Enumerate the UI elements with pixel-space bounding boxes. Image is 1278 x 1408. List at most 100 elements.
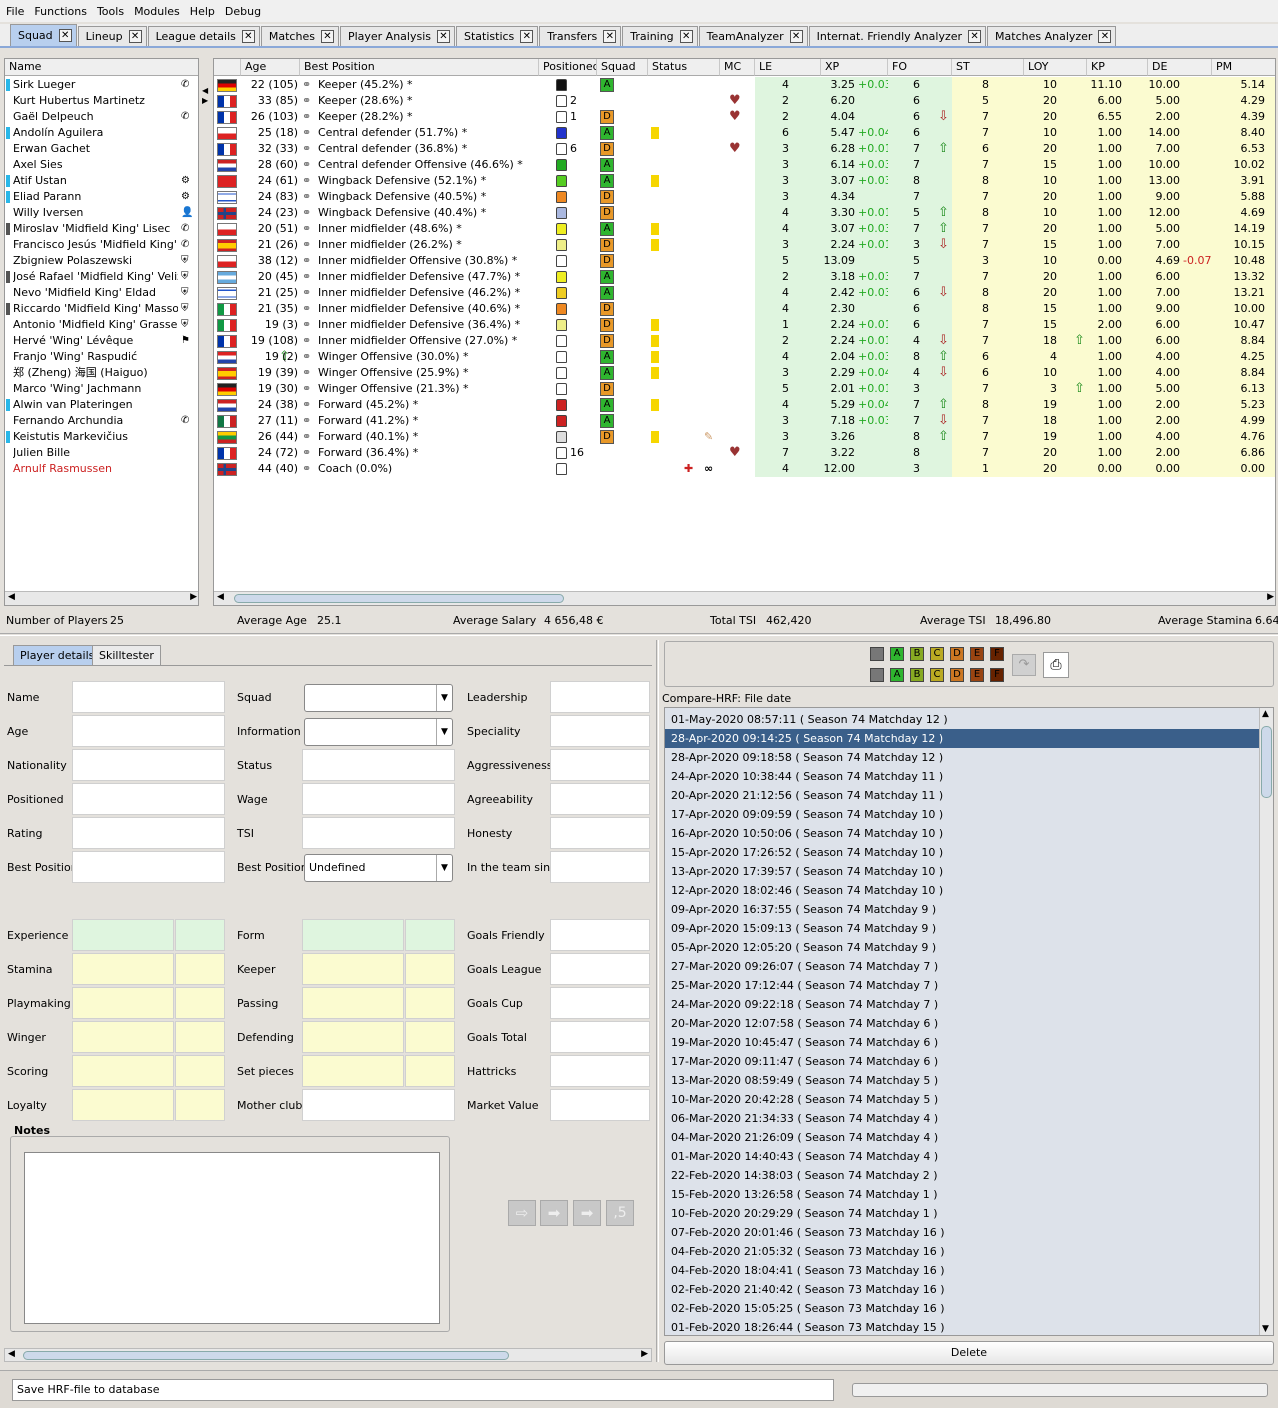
squad-select[interactable]: ▼ bbox=[304, 684, 453, 712]
close-icon[interactable]: ✕ bbox=[241, 30, 255, 43]
filter-group-b[interactable]: B bbox=[910, 647, 924, 661]
hrf-file-item[interactable]: 13-Mar-2020 08:59:49 ( Season 74 Matchda… bbox=[665, 1071, 1259, 1090]
name-list-item[interactable]: 郑 (Zheng) 海国 (Haiguo) bbox=[5, 365, 198, 381]
column-header-mc[interactable]: MC bbox=[720, 59, 755, 76]
name-list-item[interactable]: Nevo 'Midfield King' Eldad ⛨ bbox=[5, 285, 198, 301]
name-list-item[interactable]: Keistutis Markevičius bbox=[5, 429, 198, 445]
arrow-forward-icon[interactable]: ➡ bbox=[573, 1200, 601, 1226]
hrf-file-item[interactable]: 24-Apr-2020 10:38:44 ( Season 74 Matchda… bbox=[665, 767, 1259, 786]
hrf-file-item[interactable]: 06-Mar-2020 21:34:33 ( Season 74 Matchda… bbox=[665, 1109, 1259, 1128]
table-row[interactable]: 21 (35) ⚭ Inner midfielder Defensive (40.6… bbox=[214, 301, 1275, 317]
table-row[interactable]: 24 (61) ⚭ Wingback Defensive (52.1%) * A 3 3.… bbox=[214, 173, 1275, 189]
hrf-file-item[interactable]: 20-Mar-2020 12:07:58 ( Season 74 Matchda… bbox=[665, 1014, 1259, 1033]
delete-button[interactable]: Delete bbox=[664, 1341, 1274, 1365]
hrf-file-item[interactable]: 10-Feb-2020 20:29:29 ( Season 74 Matchda… bbox=[665, 1204, 1259, 1223]
filter-group-c[interactable]: C bbox=[930, 647, 944, 661]
hrf-scroll-thumb[interactable] bbox=[1261, 726, 1272, 798]
menu-file[interactable]: File bbox=[6, 5, 24, 18]
print-icon[interactable]: ⎙ bbox=[1043, 652, 1069, 678]
menu-help[interactable]: Help bbox=[190, 5, 215, 18]
table-row[interactable]: 21 (26) ⚭ Inner midfielder (26.2%) * D 3 2.24… bbox=[214, 237, 1275, 253]
hrf-file-item[interactable]: 01-May-2020 08:57:11 ( Season 74 Matchda… bbox=[665, 710, 1259, 729]
table-row[interactable]: 25 (18) ⚭ Central defender (51.7%) * A 6 5.47… bbox=[214, 125, 1275, 141]
hrf-file-item[interactable]: 07-Feb-2020 20:01:46 ( Season 73 Matchda… bbox=[665, 1223, 1259, 1242]
hrf-file-item[interactable]: 16-Apr-2020 10:50:06 ( Season 74 Matchda… bbox=[665, 824, 1259, 843]
name-list-item[interactable]: Marco 'Wing' Jachmann bbox=[5, 381, 198, 397]
hrf-scroll-up-icon[interactable]: ▲ bbox=[1262, 709, 1269, 719]
filter-group-d[interactable]: D bbox=[950, 647, 964, 661]
table-row[interactable]: 22 (105)⚭Keeper (45.2%) *A43.25+0.036810… bbox=[214, 77, 1275, 93]
tab-player-details[interactable]: Player details bbox=[13, 645, 102, 665]
menu-functions[interactable]: Functions bbox=[34, 5, 87, 18]
filter-group-d[interactable]: D bbox=[950, 668, 964, 682]
table-row[interactable]: 26 (103) ⚭ Keeper (28.2%) * 1 D ♥ 2 4.04 6 ⇩ 7 20 6.… bbox=[214, 109, 1275, 125]
table-row[interactable]: 24 (38)⚭Forward (45.2%) *A45.29+0.047⇧81… bbox=[214, 397, 1275, 413]
details-scroll-left-icon[interactable]: ◀ bbox=[8, 1349, 15, 1359]
close-icon[interactable]: ✕ bbox=[520, 30, 534, 43]
table-row[interactable]: 38 (12) ⚭ Inner midfielder Offensive (30.8… bbox=[214, 253, 1275, 269]
close-icon[interactable]: ✕ bbox=[679, 30, 693, 43]
hrf-file-item[interactable]: 09-Apr-2020 15:09:13 ( Season 74 Matchda… bbox=[665, 919, 1259, 938]
filter-group-c[interactable]: C bbox=[930, 668, 944, 682]
menu-modules[interactable]: Modules bbox=[134, 5, 180, 18]
table-row[interactable]: 20 (51) ⚭ Inner midfielder (48.6%) * A 4 3.07… bbox=[214, 221, 1275, 237]
column-header-loy[interactable]: LOY bbox=[1024, 59, 1087, 76]
hrf-file-item[interactable]: 10-Mar-2020 20:42:28 ( Season 74 Matchda… bbox=[665, 1090, 1259, 1109]
column-header-xp[interactable]: XP bbox=[821, 59, 888, 76]
hrf-list-scrollbar[interactable]: ▲ ▼ bbox=[1259, 708, 1273, 1335]
name-list-item[interactable]: Erwan Gachet bbox=[5, 141, 198, 157]
tab-transfers[interactable]: Transfers ✕ bbox=[539, 26, 622, 46]
name-list-item[interactable]: Atif Ustan ⚙ bbox=[5, 173, 198, 189]
name-list-item[interactable]: Miroslav 'Midfield King' Lisec ✆ bbox=[5, 221, 198, 237]
table-row[interactable]: 19 (39) ⚭ Winger Offensive (25.9%) * A 3 2.29… bbox=[214, 365, 1275, 381]
hrf-file-item[interactable]: 01-Feb-2020 18:26:44 ( Season 73 Matchda… bbox=[665, 1318, 1259, 1335]
hrf-file-item[interactable]: 28-Apr-2020 09:14:25 ( Season 74 Matchda… bbox=[665, 729, 1259, 748]
hrf-file-item[interactable]: 13-Apr-2020 17:39:57 ( Season 74 Matchda… bbox=[665, 862, 1259, 881]
name-list-scrollbar[interactable]: ◀ ▶ bbox=[5, 591, 198, 605]
name-list-item[interactable]: Zbigniew Polaszewski ⛨ bbox=[5, 253, 198, 269]
name-list-item[interactable]: Franjo 'Wing' Raspudić bbox=[5, 349, 198, 365]
close-icon[interactable]: ✕ bbox=[128, 30, 142, 43]
name-list-item[interactable]: Axel Sies bbox=[5, 157, 198, 173]
hrf-file-item[interactable]: 04-Feb-2020 21:05:32 ( Season 73 Matchda… bbox=[665, 1242, 1259, 1261]
filter-group-e[interactable]: E bbox=[970, 647, 984, 661]
table-row[interactable]: 26 (44) ⚭ Forward (40.1%) * D ✎ 3 3.26 8 ⇧ 7 19 1.0… bbox=[214, 429, 1275, 445]
best-position-select[interactable]: Undefined ▼ bbox=[304, 854, 453, 882]
table-row[interactable]: 28 (60) ⚭ Central defender Offensive (46.6… bbox=[214, 157, 1275, 173]
menu-tools[interactable]: Tools bbox=[97, 5, 124, 18]
column-header-squad[interactable]: Squad bbox=[597, 59, 648, 76]
column-header-de[interactable]: DE bbox=[1148, 59, 1212, 76]
name-list-item[interactable]: Arnulf Rasmussen bbox=[5, 461, 198, 477]
filter-group-a[interactable]: A bbox=[890, 668, 904, 682]
hrf-file-item[interactable]: 02-Feb-2020 15:05:25 ( Season 73 Matchda… bbox=[665, 1299, 1259, 1318]
tab-teamanalyzer[interactable]: TeamAnalyzer ✕ bbox=[698, 26, 808, 46]
name-list-item[interactable]: Eliad Parann ⚙ bbox=[5, 189, 198, 205]
name-list-item[interactable]: Hervé 'Wing' Lévêque ⚑ bbox=[5, 333, 198, 349]
table-row[interactable]: 21 (25) ⚭ Inner midfielder Defensive (46.2… bbox=[214, 285, 1275, 301]
name-list-item[interactable]: Antonio 'Midfield King' Grasseni ⛨ bbox=[5, 317, 198, 333]
hrf-file-item[interactable]: 09-Apr-2020 16:37:55 ( Season 74 Matchda… bbox=[665, 900, 1259, 919]
column-header-st[interactable]: ST bbox=[952, 59, 1024, 76]
hrf-scroll-down-icon[interactable]: ▼ bbox=[1262, 1324, 1269, 1334]
table-row[interactable]: 19 (30) ⚭ Winger Offensive (21.3%) * D 5 2.01… bbox=[214, 381, 1275, 397]
table-row[interactable]: 19 (108) ⚭ Inner midfielder Offensive (27.… bbox=[214, 333, 1275, 349]
filter-group-f[interactable]: F bbox=[990, 668, 1004, 682]
column-header-age[interactable]: Age bbox=[241, 59, 300, 76]
horizontal-splitter[interactable] bbox=[0, 633, 1278, 636]
hrf-file-item[interactable]: 12-Apr-2020 18:02:46 ( Season 74 Matchda… bbox=[665, 881, 1259, 900]
hrf-file-item[interactable]: 15-Apr-2020 17:26:52 ( Season 74 Matchda… bbox=[665, 843, 1259, 862]
name-list-item[interactable]: Riccardo 'Midfield King' Massobrio⛨ bbox=[5, 301, 198, 317]
column-header-positioned[interactable]: Positioned bbox=[539, 59, 597, 76]
splitter-arrows-icon[interactable]: ◀ ▶ bbox=[202, 86, 208, 106]
menu-debug[interactable]: Debug bbox=[225, 5, 261, 18]
tab-lineup[interactable]: Lineup ✕ bbox=[77, 26, 147, 46]
table-row[interactable]: 20 (45) ⚭ Inner midfielder Defensive (47.7… bbox=[214, 269, 1275, 285]
column-header-le[interactable]: LE bbox=[755, 59, 821, 76]
table-row[interactable]: 24 (23) ⚭ Wingback Defensive (40.4%) * D 4 3.… bbox=[214, 205, 1275, 221]
table-row[interactable]: 32 (33) ⚭ Central defender (36.8%) * 6 D ♥ 3 6.… bbox=[214, 141, 1275, 157]
table-scroll-thumb[interactable] bbox=[234, 594, 564, 603]
column-header-kp[interactable]: KP bbox=[1087, 59, 1148, 76]
filter-group-e[interactable]: E bbox=[970, 668, 984, 682]
hrf-file-item[interactable]: 01-Mar-2020 14:40:43 ( Season 74 Matchda… bbox=[665, 1147, 1259, 1166]
close-icon[interactable]: ✕ bbox=[1098, 30, 1112, 43]
